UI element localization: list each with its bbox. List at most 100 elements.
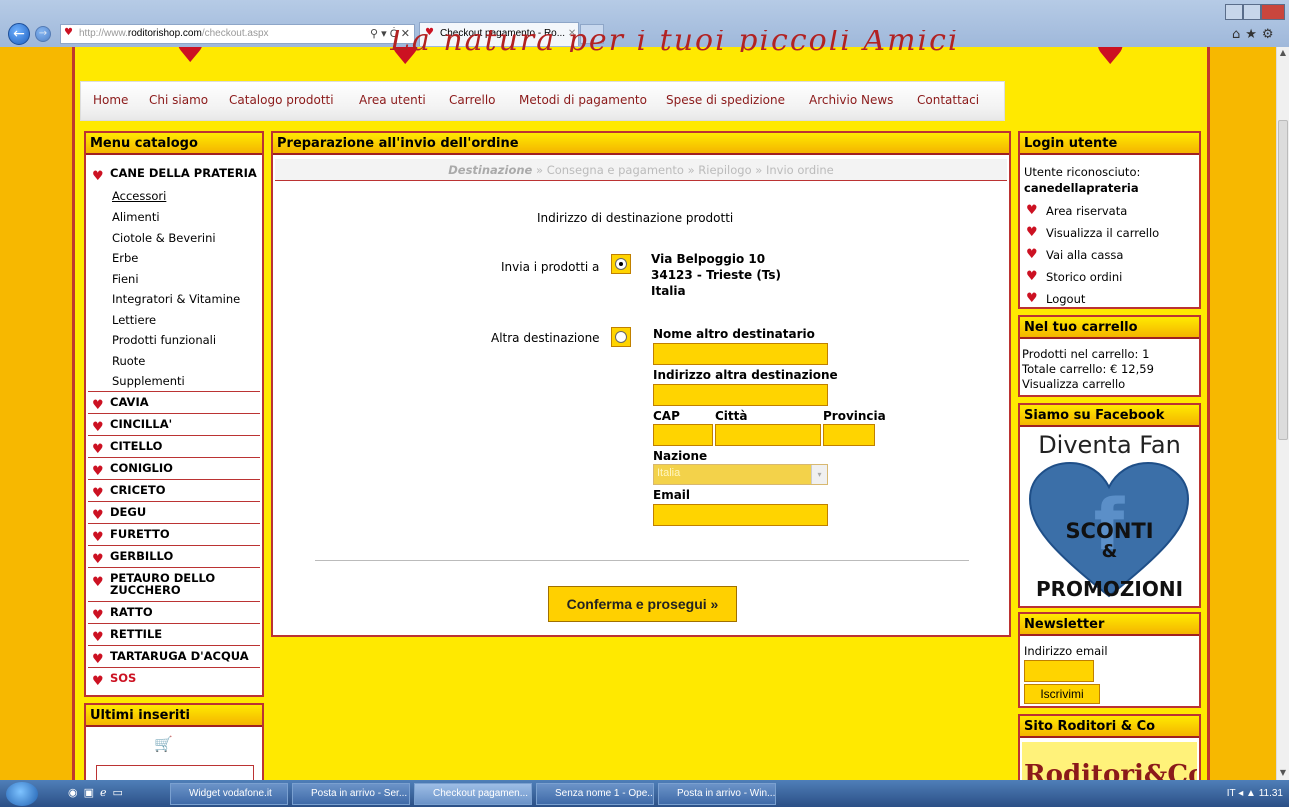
province-input[interactable] (823, 424, 875, 446)
subcategory-item[interactable]: Accessori (112, 189, 166, 203)
browser-right-icons[interactable]: ⌂★⚙ (1232, 27, 1287, 43)
category-item[interactable]: ♥ CAVIA (88, 392, 260, 414)
quicklaunch-icons[interactable]: ◉▣ℯ▭ (68, 786, 168, 802)
category-cane-della-prateria[interactable]: ♥ CANE DELLA PRATERIA (88, 163, 260, 185)
newsletter-email-input[interactable] (1024, 660, 1094, 682)
cart-products: Prodotti nel carrello: 1 (1022, 347, 1150, 361)
minimize-button[interactable] (1225, 4, 1243, 20)
latest-products-panel: Ultimi inseriti 🛒 (84, 703, 264, 789)
link-visualizza-carrello[interactable]: Visualizza il carrello (1046, 226, 1159, 240)
heart-icon: ♥ (92, 608, 104, 623)
link-storico-ordini[interactable]: Storico ordini (1046, 270, 1122, 284)
sito-logo[interactable]: Roditori&Co (1022, 742, 1197, 782)
field-email-label: Email (653, 488, 691, 502)
alt-name-input[interactable] (653, 343, 828, 365)
heart-icon: ♥ (1026, 247, 1038, 262)
heart-icon: ♥ (92, 169, 104, 184)
scroll-down-icon[interactable]: ▼ (1278, 768, 1288, 778)
nav-catalogo[interactable]: Catalogo prodotti (229, 93, 334, 107)
taskbar-item-active[interactable]: Checkout pagamen... (414, 783, 532, 805)
subcategory-item[interactable]: Alimenti (112, 210, 160, 224)
heart-icon: ♥ (1095, 47, 1126, 73)
facebook-fan-banner[interactable]: f Diventa Fan SCONTI & PROMOZIONI (1022, 431, 1197, 605)
maximize-button[interactable] (1243, 4, 1261, 20)
system-tray[interactable]: IT ◂ ▲ 11.31 (1160, 780, 1289, 807)
heart-icon: ♥ (92, 420, 104, 435)
category-item[interactable]: ♥ RETTILE (88, 624, 260, 646)
subcategory-item[interactable]: Fieni (112, 272, 139, 286)
category-item[interactable]: ♥ GERBILLO (88, 546, 260, 568)
heart-icon: ♥ (92, 630, 104, 645)
subcategory-item[interactable]: Integratori & Vitamine (112, 292, 240, 306)
divider (315, 560, 969, 561)
subscribe-button[interactable]: Iscrivimi (1024, 684, 1100, 704)
scrollbar-thumb[interactable] (1278, 120, 1288, 440)
subcategory-item[interactable]: Prodotti funzionali (112, 333, 216, 347)
sito-panel: Sito Roditori & Co Roditori&Co (1018, 714, 1201, 784)
subcategory-item[interactable]: Supplementi (112, 374, 185, 388)
link-area-riservata[interactable]: Area riservata (1046, 204, 1127, 218)
main-nav: Home Chi siamo Catalogo prodotti Area ut… (80, 81, 1005, 121)
nav-archivio-news[interactable]: Archivio News (809, 93, 893, 107)
category-item[interactable]: ♥ FURETTO (88, 524, 260, 546)
start-button[interactable] (6, 782, 38, 806)
link-vai-alla-cassa[interactable]: Vai alla cassa (1046, 248, 1123, 262)
cart-title: Nel tuo carrello (1020, 317, 1199, 339)
cart-view-link[interactable]: Visualizza carrello (1022, 377, 1125, 391)
send-to-label: Invia i prodotti a (501, 260, 600, 274)
category-item[interactable]: ♥ DEGU (88, 502, 260, 524)
address-bar[interactable]: http://www.roditorishop.com/checkout.asp… (60, 24, 415, 44)
nav-metodi-pagamento[interactable]: Metodi di pagamento (519, 93, 647, 107)
login-recognized: Utente riconosciuto: (1024, 165, 1141, 179)
link-logout[interactable]: Logout (1046, 292, 1085, 306)
taskbar-item[interactable]: Senza nome 1 - Ope... (536, 783, 654, 805)
category-item[interactable]: ♥ TARTARUGA D'ACQUA (88, 646, 260, 668)
taskbar-item[interactable]: Widget vodafone.it (170, 783, 288, 805)
category-item[interactable]: ♥ RATTO (88, 602, 260, 624)
heart-icon: ♥ (92, 674, 104, 689)
checkout-title: Preparazione all'invio dell'ordine (273, 133, 1009, 155)
taskbar-item[interactable]: Posta in arrivo - Win... (658, 783, 776, 805)
heart-icon: ♥ (92, 486, 104, 501)
subcategory-item[interactable]: Ruote (112, 354, 145, 368)
cart-panel: Nel tuo carrello Prodotti nel carrello: … (1018, 315, 1201, 397)
category-item[interactable]: ♥ PETAURO DELLO ZUCCHERO (88, 568, 260, 602)
category-item[interactable]: ♥ CONIGLIO (88, 458, 260, 480)
cap-input[interactable] (653, 424, 713, 446)
confirm-button[interactable]: Conferma e prosegui » (548, 586, 737, 622)
fb-line1: Diventa Fan (1038, 431, 1181, 459)
cart-add-icon: 🛒 (154, 735, 173, 753)
heart-icon: ♥ (92, 464, 104, 479)
address-line-2: 34123 - Trieste (Ts) (651, 268, 782, 282)
checkout-panel: Preparazione all'invio dell'ordine Desti… (271, 131, 1011, 637)
radio-send-to-default[interactable] (611, 254, 631, 274)
scroll-up-icon[interactable]: ▲ (1278, 48, 1288, 58)
heart-icon: ♥ (1026, 225, 1038, 240)
forward-button[interactable]: → (35, 26, 51, 42)
category-sos[interactable]: ♥ SOS (88, 668, 260, 690)
category-item[interactable]: ♥ CRICETO (88, 480, 260, 502)
address-line-3: Italia (651, 284, 686, 298)
nav-carrello[interactable]: Carrello (449, 93, 496, 107)
newsletter-email-label: Indirizzo email (1024, 644, 1108, 658)
subcategory-item[interactable]: Ciotole & Beverini (112, 231, 216, 245)
nav-area-utenti[interactable]: Area utenti (359, 93, 426, 107)
field-cap-label: CAP (653, 409, 680, 423)
subcategory-item[interactable]: Erbe (112, 251, 138, 265)
close-window-button[interactable] (1261, 4, 1285, 20)
nav-spese-spedizione[interactable]: Spese di spedizione (666, 93, 785, 107)
back-button[interactable]: ← (8, 23, 30, 45)
category-item[interactable]: ♥ CINCILLA' (88, 414, 260, 436)
country-select[interactable]: Italia ▾ (653, 464, 828, 485)
nav-chi-siamo[interactable]: Chi siamo (149, 93, 208, 107)
heart-icon: ♥ (92, 398, 104, 413)
email-input[interactable] (653, 504, 828, 526)
radio-alt-destination[interactable] (611, 327, 631, 347)
city-input[interactable] (715, 424, 821, 446)
category-item[interactable]: ♥ CITELLO (88, 436, 260, 458)
taskbar-item[interactable]: Posta in arrivo - Ser... (292, 783, 410, 805)
subcategory-item[interactable]: Lettiere (112, 313, 156, 327)
alt-address-input[interactable] (653, 384, 828, 406)
nav-home[interactable]: Home (93, 93, 128, 107)
nav-contattaci[interactable]: Contattaci (917, 93, 979, 107)
